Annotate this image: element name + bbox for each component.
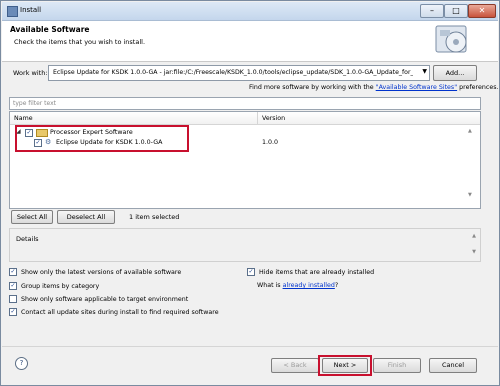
contact-sites-checkbox[interactable]: ✓	[9, 308, 17, 316]
hide-installed-label: Hide items that are already installed	[259, 269, 375, 276]
details-label: Details	[16, 235, 39, 243]
already-installed-text: What is already installed?	[257, 282, 338, 289]
find-more-text: Find more software by working with the "…	[249, 84, 498, 91]
group-by-category-checkbox[interactable]: ✓	[9, 282, 17, 290]
filter-placeholder: type filter text	[13, 100, 57, 107]
applicable-only-label: Show only software applicable to target …	[21, 296, 189, 303]
select-all-button[interactable]: Select All	[11, 210, 53, 224]
column-separator[interactable]	[257, 112, 258, 124]
maximize-button[interactable]: □	[444, 4, 468, 18]
footer-divider	[2, 346, 498, 347]
install-dialog: Install – □ ✕ Available Software Check t…	[0, 0, 500, 386]
column-name-header[interactable]: Name	[14, 115, 33, 122]
find-more-prefix: Find more software by working with the	[249, 84, 374, 91]
scroll-up-icon[interactable]: ▲	[468, 128, 476, 134]
column-version-header[interactable]: Version	[262, 115, 285, 122]
deselect-all-button[interactable]: Deselect All	[57, 210, 115, 224]
next-button[interactable]: Next >	[322, 358, 368, 373]
filter-input[interactable]: type filter text	[9, 97, 481, 110]
find-more-suffix: preferences.	[459, 84, 499, 91]
hide-installed-option[interactable]: ✓ Hide items that are already installed	[247, 268, 374, 276]
what-is-suffix: ?	[334, 282, 339, 289]
feature-version: 1.0.0	[262, 139, 279, 146]
close-button[interactable]: ✕	[468, 4, 496, 18]
group-by-category-option[interactable]: ✓ Group items by category	[9, 282, 99, 290]
title-bar: Install – □ ✕	[2, 2, 498, 21]
latest-versions-checkbox[interactable]: ✓	[9, 268, 17, 276]
scroll-down-icon[interactable]: ▼	[472, 249, 476, 255]
scroll-up-icon[interactable]: ▲	[472, 233, 476, 239]
contact-sites-label: Contact all update sites during install …	[21, 309, 219, 316]
available-sites-link[interactable]: "Available Software Sites"	[376, 84, 457, 91]
app-icon	[7, 6, 18, 17]
applicable-only-option[interactable]: Show only software applicable to target …	[9, 295, 188, 303]
table-header: Name Version	[10, 112, 480, 125]
work-with-label: Work with:	[13, 69, 48, 77]
minimize-button[interactable]: –	[420, 4, 444, 18]
latest-versions-label: Show only the latest versions of availab…	[21, 269, 182, 276]
page-title: Available Software	[10, 25, 90, 34]
applicable-only-checkbox[interactable]	[9, 295, 17, 303]
add-button[interactable]: Add...	[433, 65, 477, 81]
software-tree-table[interactable]: Name Version ◢ ✓ Processor Expert Softwa…	[9, 111, 481, 209]
help-icon[interactable]: ?	[15, 357, 28, 370]
scroll-down-icon[interactable]: ▼	[468, 192, 476, 198]
hide-installed-checkbox[interactable]: ✓	[247, 268, 255, 276]
selection-highlight	[15, 125, 189, 152]
latest-versions-option[interactable]: ✓ Show only the latest versions of availa…	[9, 268, 181, 276]
already-installed-link[interactable]: already installed	[283, 282, 335, 289]
what-is-prefix: What is	[257, 282, 281, 289]
cancel-button[interactable]: Cancel	[429, 358, 477, 373]
page-description: Check the items that you wish to install…	[14, 38, 146, 46]
work-with-value: Eclipse Update for KSDK 1.0.0-GA - jar:f…	[53, 69, 413, 76]
group-by-category-label: Group items by category	[21, 283, 100, 290]
contact-sites-option[interactable]: ✓ Contact all update sites during install…	[9, 308, 219, 316]
finish-button[interactable]: Finish	[373, 358, 421, 373]
back-button[interactable]: < Back	[271, 358, 319, 373]
window-title: Install	[20, 6, 42, 14]
selected-count: 1 item selected	[129, 213, 180, 221]
chevron-down-icon[interactable]: ▼	[422, 68, 427, 75]
work-with-combo[interactable]: Eclipse Update for KSDK 1.0.0-GA - jar:f…	[48, 65, 430, 81]
details-panel: Details ▲ ▼	[9, 228, 481, 262]
wizard-header: Available Software Check the items that …	[2, 21, 498, 62]
install-banner-icon	[435, 25, 467, 53]
